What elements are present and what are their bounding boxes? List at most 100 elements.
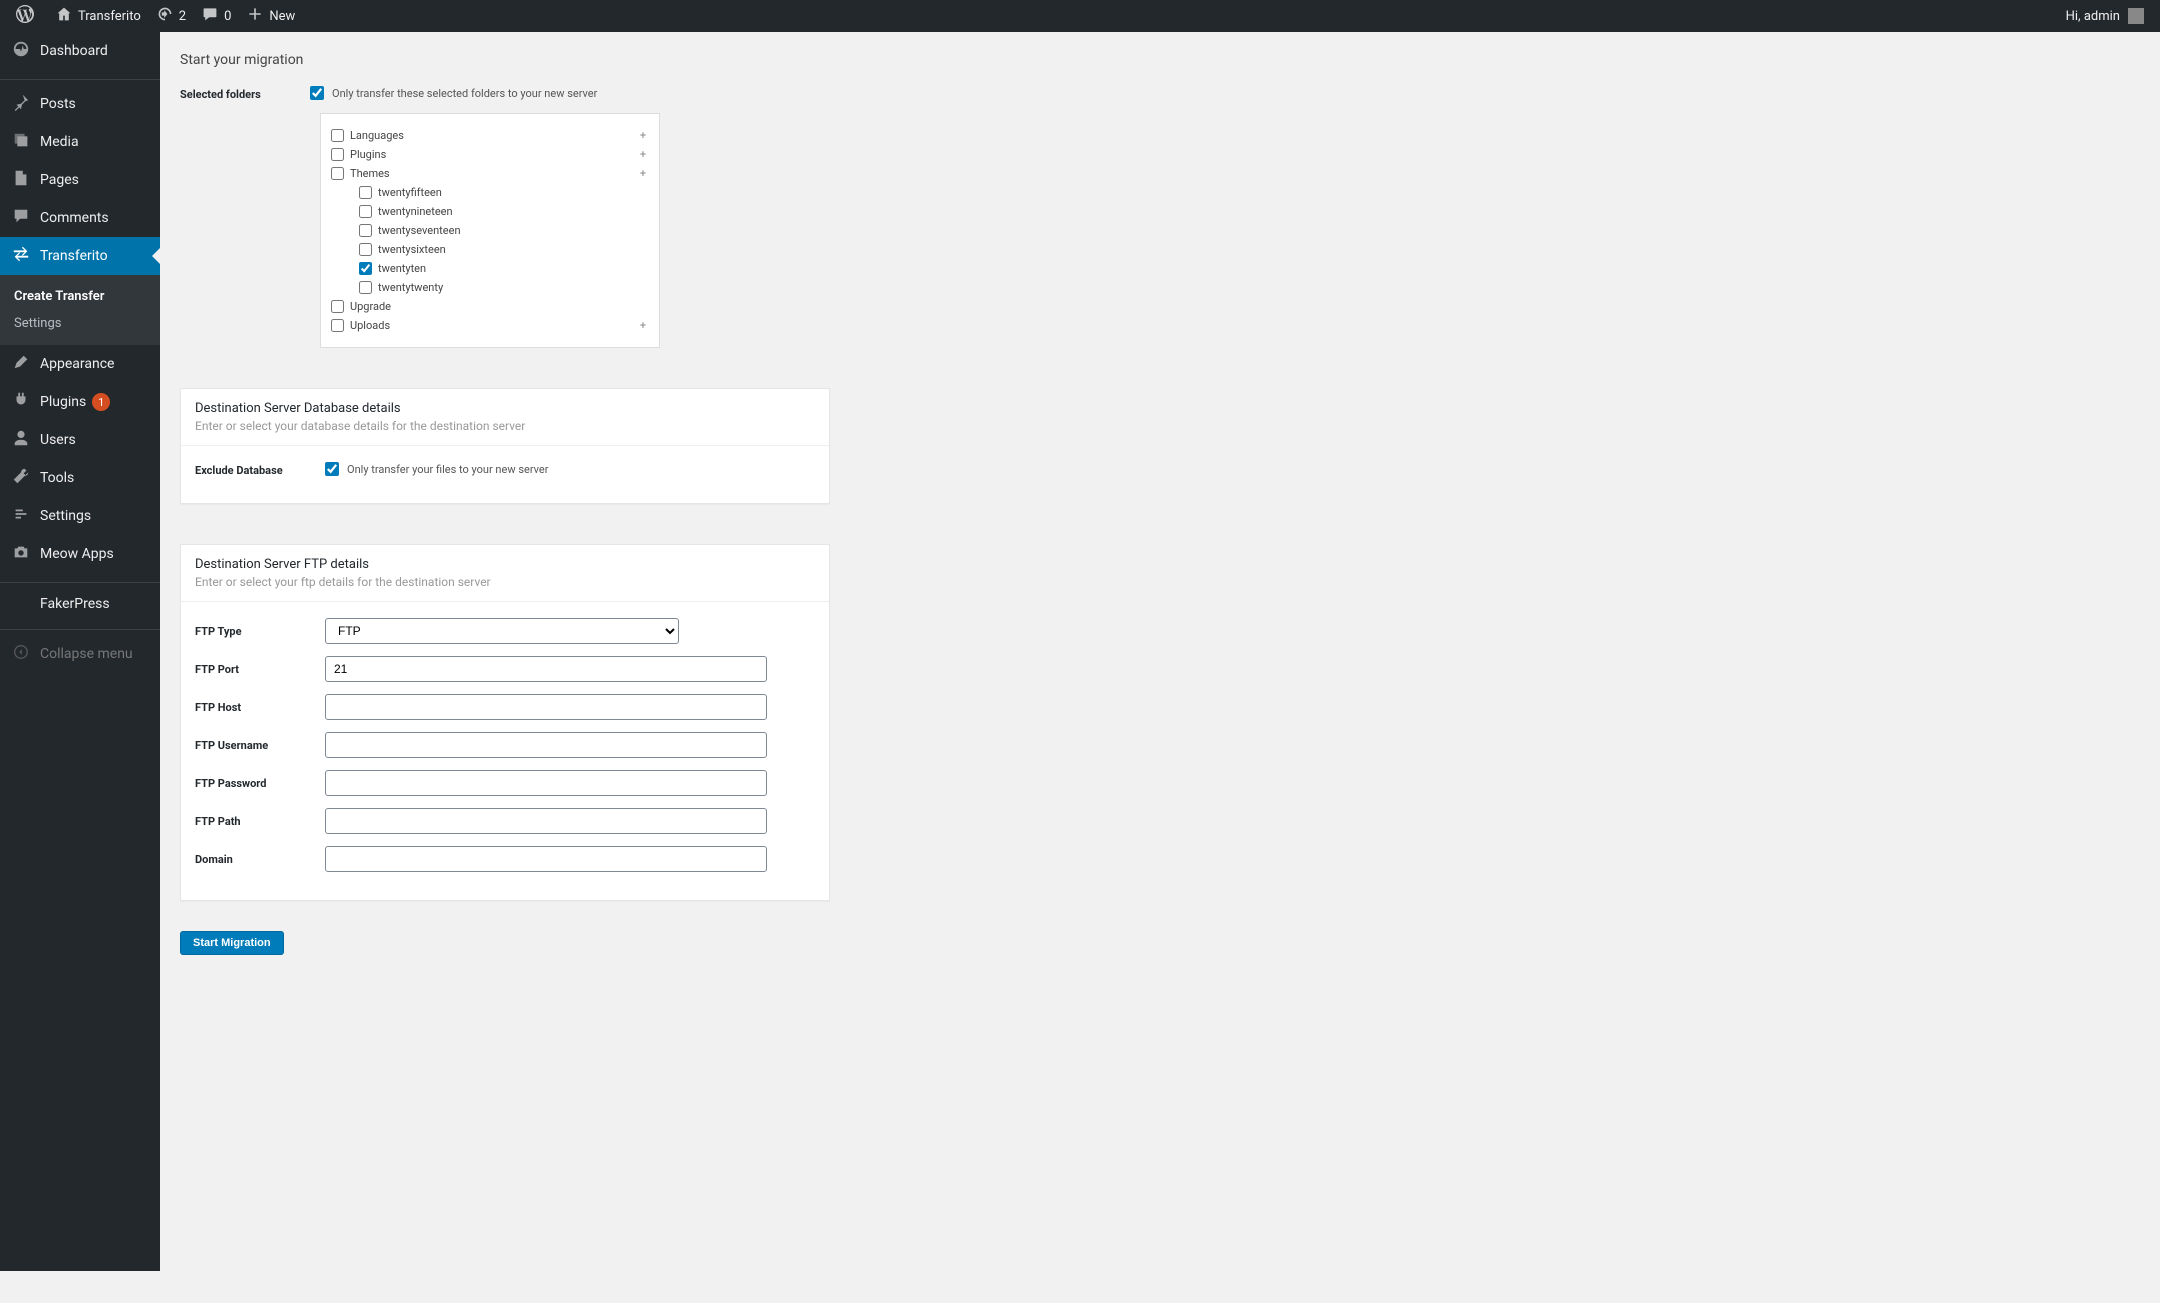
tree-checkbox[interactable]	[331, 167, 344, 180]
comments-link[interactable]: 0	[194, 0, 239, 32]
tree-checkbox[interactable]	[359, 224, 372, 237]
tree-checkbox[interactable]	[331, 300, 344, 313]
pushpin-icon	[12, 93, 32, 115]
sidebar-item-label: Users	[40, 432, 76, 448]
collapse-menu[interactable]: Collapse menu	[0, 635, 160, 673]
ftp-password-input[interactable]	[325, 770, 767, 796]
ftp-panel-header: Destination Server FTP details Enter or …	[181, 545, 829, 602]
sidebar-item-pages[interactable]: Pages	[0, 161, 160, 199]
tree-label: twentyfifteen	[378, 186, 442, 199]
sidebar-item-label: Appearance	[40, 356, 114, 372]
db-panel-header: Destination Server Database details Ente…	[181, 389, 829, 446]
submenu-create-transfer[interactable]: Create Transfer	[0, 283, 160, 310]
selected-folders-checkbox[interactable]	[310, 86, 324, 100]
my-account-link[interactable]: Hi, admin	[2058, 0, 2152, 32]
tree-label: twentyten	[378, 262, 426, 275]
submenu-settings[interactable]: Settings	[0, 310, 160, 337]
sidebar-item-dashboard[interactable]: Dashboard	[0, 32, 160, 70]
tree-item-themes[interactable]: Themes +	[331, 164, 649, 183]
exclude-db-checkbox-label: Only transfer your files to your new ser…	[347, 463, 548, 476]
tree-item-languages[interactable]: Languages +	[331, 126, 649, 145]
new-content-link[interactable]: New	[239, 0, 303, 32]
avatar	[2128, 8, 2144, 24]
tree-item-twentyten[interactable]: twentyten	[359, 259, 649, 278]
expand-icon[interactable]: +	[637, 319, 649, 332]
selected-folders-checkbox-wrap[interactable]: Only transfer these selected folders to …	[310, 86, 2140, 100]
sidebar-item-meowapps[interactable]: Meow Apps	[0, 535, 160, 573]
tree-checkbox[interactable]	[331, 129, 344, 142]
sidebar-item-label: Posts	[40, 96, 76, 112]
ftp-path-label: FTP Path	[195, 815, 325, 828]
sidebar-item-comments[interactable]: Comments	[0, 199, 160, 237]
domain-input[interactable]	[325, 846, 767, 872]
db-panel: Destination Server Database details Ente…	[180, 388, 830, 504]
media-icon	[12, 131, 32, 153]
sidebar-item-tools[interactable]: Tools	[0, 459, 160, 497]
exclude-db-checkbox-wrap[interactable]: Only transfer your files to your new ser…	[325, 462, 815, 476]
sidebar-item-label: Settings	[40, 508, 91, 524]
tree-label: Languages	[350, 129, 404, 142]
sidebar-item-settings[interactable]: Settings	[0, 497, 160, 535]
tree-checkbox[interactable]	[359, 205, 372, 218]
tree-checkbox[interactable]	[359, 281, 372, 294]
tree-label: twentyseventeen	[378, 224, 461, 237]
expand-icon[interactable]: +	[637, 129, 649, 142]
expand-icon[interactable]: +	[637, 148, 649, 161]
sidebar-item-label: Dashboard	[40, 43, 108, 59]
appearance-icon	[12, 353, 32, 375]
users-icon	[12, 429, 32, 451]
settings-icon	[12, 505, 32, 527]
site-name-link[interactable]: Transferito	[48, 0, 149, 32]
exclude-db-checkbox[interactable]	[325, 462, 339, 476]
tree-checkbox[interactable]	[359, 262, 372, 275]
selected-folders-row: Selected folders Only transfer these sel…	[180, 86, 2140, 101]
wp-logo[interactable]	[8, 0, 48, 32]
plugins-badge: 1	[92, 393, 110, 411]
tree-item-twentyseventeen[interactable]: twentyseventeen	[359, 221, 649, 240]
tree-checkbox[interactable]	[359, 243, 372, 256]
ftp-host-input[interactable]	[325, 694, 767, 720]
ftp-username-label: FTP Username	[195, 739, 325, 752]
sidebar-item-transferito[interactable]: Transferito	[0, 237, 160, 275]
sidebar-item-appearance[interactable]: Appearance	[0, 345, 160, 383]
sidebar-item-users[interactable]: Users	[0, 421, 160, 459]
ftp-port-row: FTP Port	[195, 656, 815, 682]
ftp-password-label: FTP Password	[195, 777, 325, 790]
tree-item-twentytwenty[interactable]: twentytwenty	[359, 278, 649, 297]
tree-label: twentysixteen	[378, 243, 446, 256]
greeting-text: Hi, admin	[2066, 9, 2120, 24]
tree-item-twentynineteen[interactable]: twentynineteen	[359, 202, 649, 221]
camera-icon	[12, 543, 32, 565]
update-icon	[157, 6, 173, 26]
tree-checkbox[interactable]	[331, 319, 344, 332]
sidebar-item-posts[interactable]: Posts	[0, 85, 160, 123]
ftp-port-input[interactable]	[325, 656, 767, 682]
tree-item-plugins[interactable]: Plugins +	[331, 145, 649, 164]
ftp-type-select[interactable]: FTP	[325, 618, 679, 644]
tree-item-uploads[interactable]: Uploads +	[331, 316, 649, 335]
sidebar-item-media[interactable]: Media	[0, 123, 160, 161]
sidebar-item-label: Pages	[40, 172, 79, 188]
page-icon	[12, 169, 32, 191]
start-migration-button[interactable]: Start Migration	[180, 931, 284, 955]
tree-checkbox[interactable]	[331, 148, 344, 161]
transferito-submenu: Create Transfer Settings	[0, 275, 160, 345]
ftp-panel: Destination Server FTP details Enter or …	[180, 544, 830, 901]
comments-icon	[12, 207, 32, 229]
sidebar-item-label: Transferito	[40, 248, 108, 264]
tree-item-twentyfifteen[interactable]: twentyfifteen	[359, 183, 649, 202]
tree-item-upgrade[interactable]: Upgrade	[331, 297, 649, 316]
sidebar-item-plugins[interactable]: Plugins 1	[0, 383, 160, 421]
expand-icon[interactable]: +	[637, 167, 649, 180]
tree-item-twentysixteen[interactable]: twentysixteen	[359, 240, 649, 259]
tree-checkbox[interactable]	[359, 186, 372, 199]
comments-count: 0	[224, 9, 231, 24]
ftp-path-input[interactable]	[325, 808, 767, 834]
ftp-username-input[interactable]	[325, 732, 767, 758]
plus-icon	[247, 6, 263, 26]
wordpress-icon	[16, 5, 34, 27]
db-panel-subtitle: Enter or select your database details fo…	[195, 419, 815, 433]
updates-link[interactable]: 2	[149, 0, 194, 32]
sidebar-item-fakerpress[interactable]: FakerPress	[0, 588, 160, 620]
home-icon	[56, 6, 72, 26]
